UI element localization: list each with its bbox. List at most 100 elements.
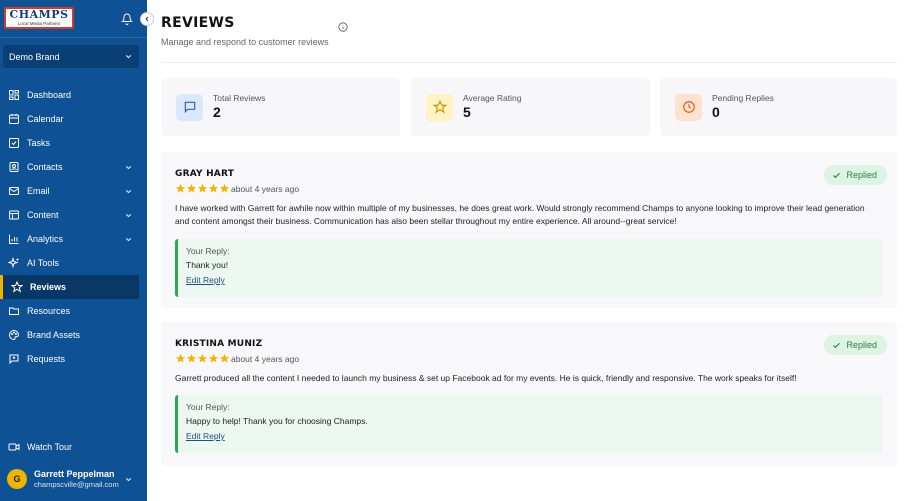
video-icon — [8, 443, 20, 451]
stat-card-total-reviews: Total Reviews 2 — [161, 78, 400, 136]
star-filled-icon — [208, 353, 219, 363]
reviewer-name: KRISTINA MUNIZ — [175, 339, 263, 349]
chevron-down-icon — [125, 189, 132, 193]
review-text: Garrett produced all the content I neede… — [175, 373, 797, 383]
star-outline-icon — [432, 100, 447, 114]
brand-selector-value: Demo Brand — [9, 51, 60, 62]
star-rating — [175, 353, 230, 364]
sidebar-item-analytics[interactable]: Analytics — [0, 227, 147, 251]
review-time: about 4 years ago — [231, 354, 300, 364]
stat-icon-box — [426, 93, 453, 121]
sidebar-item-content[interactable]: Content — [0, 203, 147, 227]
stat-value: 2 — [213, 104, 221, 120]
resources-icon — [9, 307, 19, 315]
sidebar: CHAMPS Local Media Partners Demo Brand D… — [0, 0, 154, 501]
sidebar-item-label: Tasks — [27, 138, 51, 148]
sidebar-nav: Dashboard Calendar Tasks Contacts Email … — [0, 83, 147, 371]
page-subtitle: Manage and respond to customer reviews — [161, 37, 329, 47]
reply-box: Your Reply: Happy to help! Thank you for… — [175, 395, 883, 453]
sidebar-item-reviews[interactable]: Reviews — [0, 275, 139, 299]
reviewer-name: GRAY HART — [175, 169, 235, 179]
stat-text: Average Rating 5 — [463, 93, 521, 121]
sidebar-item-requests[interactable]: Requests — [0, 347, 147, 371]
logo-row: CHAMPS Local Media Partners — [0, 0, 147, 38]
reply-text: Thank you! — [186, 260, 229, 270]
stat-value: 0 — [712, 104, 720, 120]
contacts-icon — [9, 162, 19, 172]
logo-title: CHAMPS — [9, 8, 69, 21]
stat-label: Total Reviews — [213, 93, 266, 103]
chevron-down-icon — [125, 477, 131, 481]
logo-tagline: Local Media Partners — [17, 21, 61, 26]
stat-text: Total Reviews 2 — [213, 93, 265, 121]
sidebar-item-tasks[interactable]: Tasks — [0, 131, 147, 155]
stat-text: Pending Replies 0 — [712, 93, 774, 121]
email-icon — [9, 187, 19, 195]
stat-icon-box — [675, 93, 702, 121]
brand-selector[interactable]: Demo Brand — [3, 45, 139, 68]
star-filled-icon — [208, 183, 219, 193]
review-card: KRISTINA MUNIZ about 4 years ago Replied… — [161, 322, 897, 466]
reply-box: Your Reply: Thank you! Edit Reply — [175, 239, 883, 297]
info-icon[interactable] — [338, 22, 348, 32]
page-title: REVIEWS — [161, 15, 235, 31]
star-filled-icon — [175, 353, 186, 363]
sidebar-item-label: Analytics — [27, 234, 64, 244]
requests-icon — [9, 354, 19, 365]
stat-label: Average Rating — [463, 93, 522, 103]
star-filled-icon — [175, 183, 186, 193]
stat-value: 5 — [463, 104, 471, 120]
sidebar-item-label: Requests — [27, 354, 66, 364]
status-label: Replied — [846, 340, 877, 350]
reply-text: Happy to help! Thank you for choosing Ch… — [186, 416, 368, 426]
sidebar-item-label: Resources — [27, 306, 71, 316]
sidebar-item-label: Reviews — [30, 282, 67, 292]
collapse-sidebar-button[interactable] — [140, 12, 154, 26]
sidebar-item-label: Dashboard — [27, 90, 72, 100]
user-menu[interactable]: G Garrett Peppelman champscville@gmail.c… — [0, 463, 147, 495]
sidebar-item-dashboard[interactable]: Dashboard — [0, 83, 147, 107]
sidebar-item-label: Calendar — [27, 114, 64, 124]
star-rating — [175, 183, 230, 194]
sidebar-item-calendar[interactable]: Calendar — [0, 107, 147, 131]
champs-logo[interactable]: CHAMPS Local Media Partners — [4, 7, 74, 29]
user-email: champscville@gmail.com — [34, 479, 119, 489]
sidebar-item-label: AI Tools — [27, 258, 59, 268]
status-badge: Replied — [824, 335, 887, 355]
review-text: I have worked with Garrett for awhile no… — [175, 203, 865, 226]
sidebar-item-resources[interactable]: Resources — [0, 299, 147, 323]
sidebar-item-email[interactable]: Email — [0, 179, 147, 203]
palette-icon — [9, 329, 20, 341]
star-filled-icon — [219, 353, 230, 363]
divider — [161, 62, 897, 63]
reply-label: Your Reply: — [186, 402, 230, 412]
sidebar-item-label: Contacts — [27, 162, 63, 172]
stat-card-pending-replies: Pending Replies 0 — [660, 78, 897, 136]
content-icon — [9, 210, 19, 220]
chat-icon — [184, 101, 195, 114]
clock-icon — [682, 101, 695, 113]
stat-card-average-rating: Average Rating 5 — [411, 78, 650, 136]
main-content: REVIEWS Manage and respond to customer r… — [147, 0, 907, 501]
edit-reply-link[interactable]: Edit Reply — [186, 275, 225, 285]
sidebar-item-ai-tools[interactable]: AI Tools — [0, 251, 147, 275]
status-label: Replied — [846, 170, 877, 180]
chevron-left-icon — [145, 16, 149, 22]
watch-tour-button[interactable]: Watch Tour — [0, 435, 147, 459]
sidebar-item-label: Brand Assets — [27, 330, 81, 340]
star-icon — [11, 281, 23, 293]
user-info: Garrett Peppelman champscville@gmail.com — [34, 469, 119, 490]
sidebar-item-label: Email — [27, 186, 50, 196]
sidebar-item-contacts[interactable]: Contacts — [0, 155, 147, 179]
stat-label: Pending Replies — [712, 93, 774, 103]
star-filled-icon — [219, 183, 230, 193]
edit-reply-link[interactable]: Edit Reply — [186, 431, 225, 441]
bell-icon[interactable] — [121, 13, 133, 25]
watch-tour-label: Watch Tour — [27, 442, 73, 452]
check-icon — [833, 342, 841, 348]
watch-tour-section: Watch Tour — [0, 435, 147, 459]
tasks-icon — [9, 138, 19, 148]
sidebar-item-brand-assets[interactable]: Brand Assets — [0, 323, 147, 347]
check-icon — [833, 172, 841, 178]
review-time: about 4 years ago — [231, 184, 300, 194]
